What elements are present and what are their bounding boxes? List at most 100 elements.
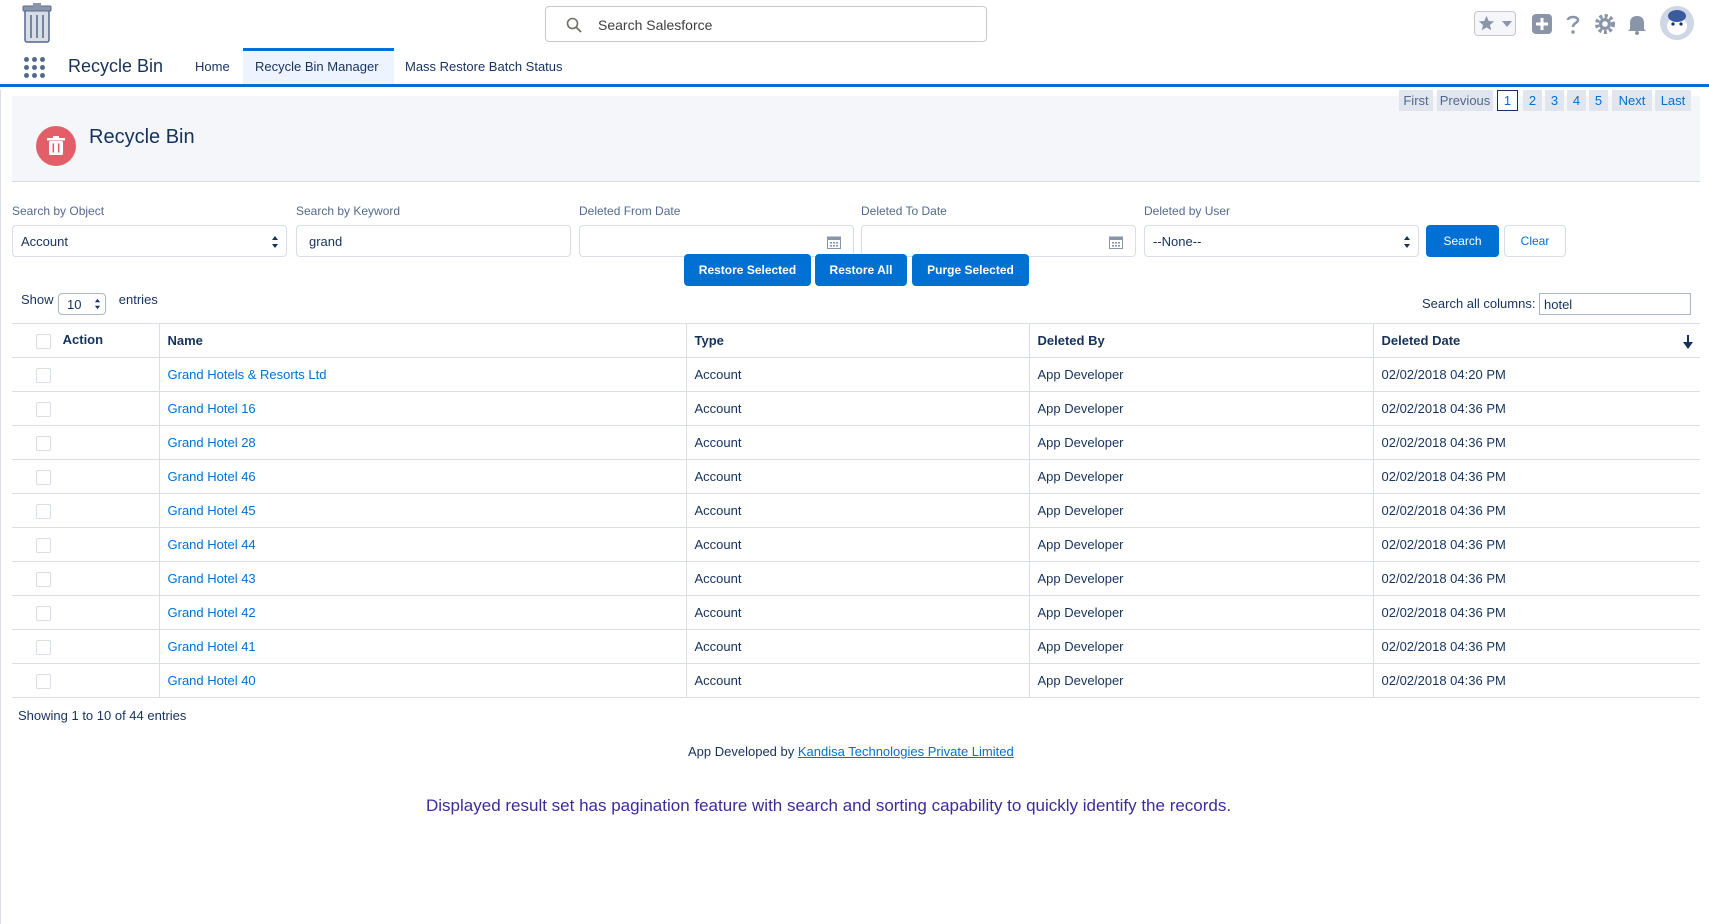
from-date-input[interactable] — [579, 225, 854, 257]
row-checkbox[interactable] — [36, 435, 51, 451]
to-date-label: Deleted To Date — [861, 204, 947, 218]
record-link[interactable]: Grand Hotel 43 — [168, 571, 256, 586]
row-type-cell: Account — [685, 493, 1029, 528]
row-deleted-by-cell: App Developer — [1028, 595, 1373, 630]
pagination-page-1[interactable]: 1 — [1497, 90, 1518, 111]
row-action-cell — [12, 527, 159, 562]
record-link[interactable]: Grand Hotel 28 — [168, 435, 256, 450]
row-type-cell: Account — [685, 425, 1029, 460]
table-row: Grand Hotel 44 Account App Developer 02/02/… — [12, 527, 1700, 562]
row-type-cell: Account — [685, 459, 1029, 494]
pagination-page-5[interactable]: 5 — [1589, 90, 1608, 111]
page-size-select[interactable]: 10 — [58, 293, 106, 315]
restore-selected-button[interactable]: Restore Selected — [684, 254, 811, 286]
table-row: Grand Hotel 40 Account App Developer 02/02/… — [12, 663, 1700, 698]
row-checkbox[interactable] — [36, 673, 51, 689]
record-link[interactable]: Grand Hotel 40 — [168, 673, 256, 688]
row-checkbox[interactable] — [36, 537, 51, 553]
search-button[interactable]: Search — [1426, 225, 1499, 257]
row-deleted-by-cell: App Developer — [1028, 391, 1373, 426]
row-name-cell: Grand Hotel 44 — [158, 527, 686, 562]
global-search[interactable] — [545, 6, 987, 42]
table-header-row: Action Name Type Deleted By Deleted Date — [12, 323, 1700, 358]
search-all-label: Search all columns: — [1422, 296, 1536, 311]
row-checkbox[interactable] — [36, 571, 51, 587]
column-name[interactable]: Name — [158, 323, 686, 358]
bell-icon[interactable] — [1625, 12, 1649, 36]
table-row: Grand Hotel 43 Account App Developer 02/02/… — [12, 561, 1700, 596]
app-navigation: Recycle Bin Home Recycle Bin Manager Mas… — [0, 48, 1709, 87]
pagination-next[interactable]: Next — [1612, 90, 1652, 111]
favorites-button[interactable] — [1474, 11, 1516, 36]
record-link[interactable]: Grand Hotel 16 — [168, 401, 256, 416]
table-row: Grand Hotel 46 Account App Developer 02/02/… — [12, 459, 1700, 494]
app-launcher-icon[interactable] — [24, 57, 46, 79]
row-action-cell — [12, 459, 159, 494]
pagination-first[interactable]: First — [1399, 90, 1433, 111]
object-filter-label: Search by Object — [12, 204, 105, 218]
row-checkbox[interactable] — [36, 469, 51, 485]
user-select[interactable]: --None-- — [1144, 225, 1419, 257]
row-deleted-date-cell: 02/02/2018 04:36 PM — [1372, 663, 1700, 698]
row-action-cell — [12, 493, 159, 528]
row-deleted-date-cell: 02/02/2018 04:36 PM — [1372, 527, 1700, 562]
table-row: Grand Hotel 16 Account App Developer 02/02/… — [12, 391, 1700, 426]
recycle-bin-logo-icon[interactable] — [20, 2, 54, 44]
keyword-filter-label: Search by Keyword — [296, 204, 401, 218]
pagination-page-3[interactable]: 3 — [1545, 90, 1564, 111]
keyword-input[interactable]: grand — [296, 225, 571, 257]
plus-icon[interactable] — [1530, 12, 1554, 36]
column-deleted-by[interactable]: Deleted By — [1028, 323, 1373, 358]
object-select[interactable]: Account — [12, 225, 287, 257]
pagination-last[interactable]: Last — [1655, 90, 1691, 111]
pagination-page-4[interactable]: 4 — [1567, 90, 1586, 111]
tab-recycle-bin-manager[interactable]: Recycle Bin Manager — [243, 48, 394, 84]
search-all-input[interactable] — [1539, 293, 1691, 315]
credit-link[interactable]: Kandisa Technologies Private Limited — [798, 744, 1014, 759]
user-select-value: --None-- — [1153, 234, 1202, 249]
record-link[interactable]: Grand Hotel 46 — [168, 469, 256, 484]
column-deleted-date[interactable]: Deleted Date — [1372, 323, 1700, 358]
sort-down-icon[interactable] — [1682, 334, 1694, 349]
to-date-input[interactable] — [861, 225, 1136, 257]
row-checkbox[interactable] — [36, 605, 51, 621]
tab-mass-restore-batch-status[interactable]: Mass Restore Batch Status — [393, 48, 575, 84]
calendar-icon[interactable] — [1109, 235, 1123, 249]
purge-selected-button[interactable]: Purge Selected — [912, 254, 1029, 286]
record-link[interactable]: Grand Hotels & Resorts Ltd — [168, 367, 327, 382]
row-deleted-by-cell: App Developer — [1028, 357, 1373, 392]
row-checkbox[interactable] — [36, 367, 51, 383]
row-deleted-date-cell: 02/02/2018 04:36 PM — [1372, 459, 1700, 494]
search-icon — [566, 17, 582, 33]
pagination-page-2[interactable]: 2 — [1523, 90, 1542, 111]
user-avatar-icon[interactable] — [1660, 6, 1694, 40]
pagination-previous[interactable]: Previous — [1437, 90, 1493, 111]
row-checkbox[interactable] — [36, 401, 51, 417]
row-action-cell — [12, 595, 159, 630]
row-action-cell — [12, 391, 159, 426]
page-title: Recycle Bin — [89, 126, 195, 148]
record-link[interactable]: Grand Hotel 41 — [168, 639, 256, 654]
select-arrows-icon — [94, 298, 101, 310]
record-link[interactable]: Grand Hotel 42 — [168, 605, 256, 620]
row-type-cell: Account — [685, 527, 1029, 562]
question-icon[interactable] — [1561, 12, 1585, 36]
global-header — [0, 0, 1709, 48]
restore-all-button[interactable]: Restore All — [815, 254, 907, 286]
tab-home[interactable]: Home — [183, 48, 242, 84]
record-link[interactable]: Grand Hotel 44 — [168, 537, 256, 552]
row-name-cell: Grand Hotel 42 — [158, 595, 686, 630]
entries-summary: Showing 1 to 10 of 44 entries — [18, 708, 187, 723]
gear-icon[interactable] — [1593, 12, 1617, 36]
calendar-icon[interactable] — [827, 235, 841, 249]
row-checkbox[interactable] — [36, 639, 51, 655]
clear-button[interactable]: Clear — [1504, 225, 1566, 257]
row-checkbox[interactable] — [36, 503, 51, 519]
feature-caption: Displayed result set has pagination feat… — [426, 796, 1232, 815]
show-label: Show — [21, 292, 54, 307]
results-table: Action Name Type Deleted By Deleted Date… — [12, 323, 1700, 698]
select-all-checkbox[interactable] — [36, 333, 51, 349]
record-link[interactable]: Grand Hotel 45 — [168, 503, 256, 518]
column-type[interactable]: Type — [685, 323, 1029, 358]
global-search-input[interactable] — [598, 15, 968, 35]
